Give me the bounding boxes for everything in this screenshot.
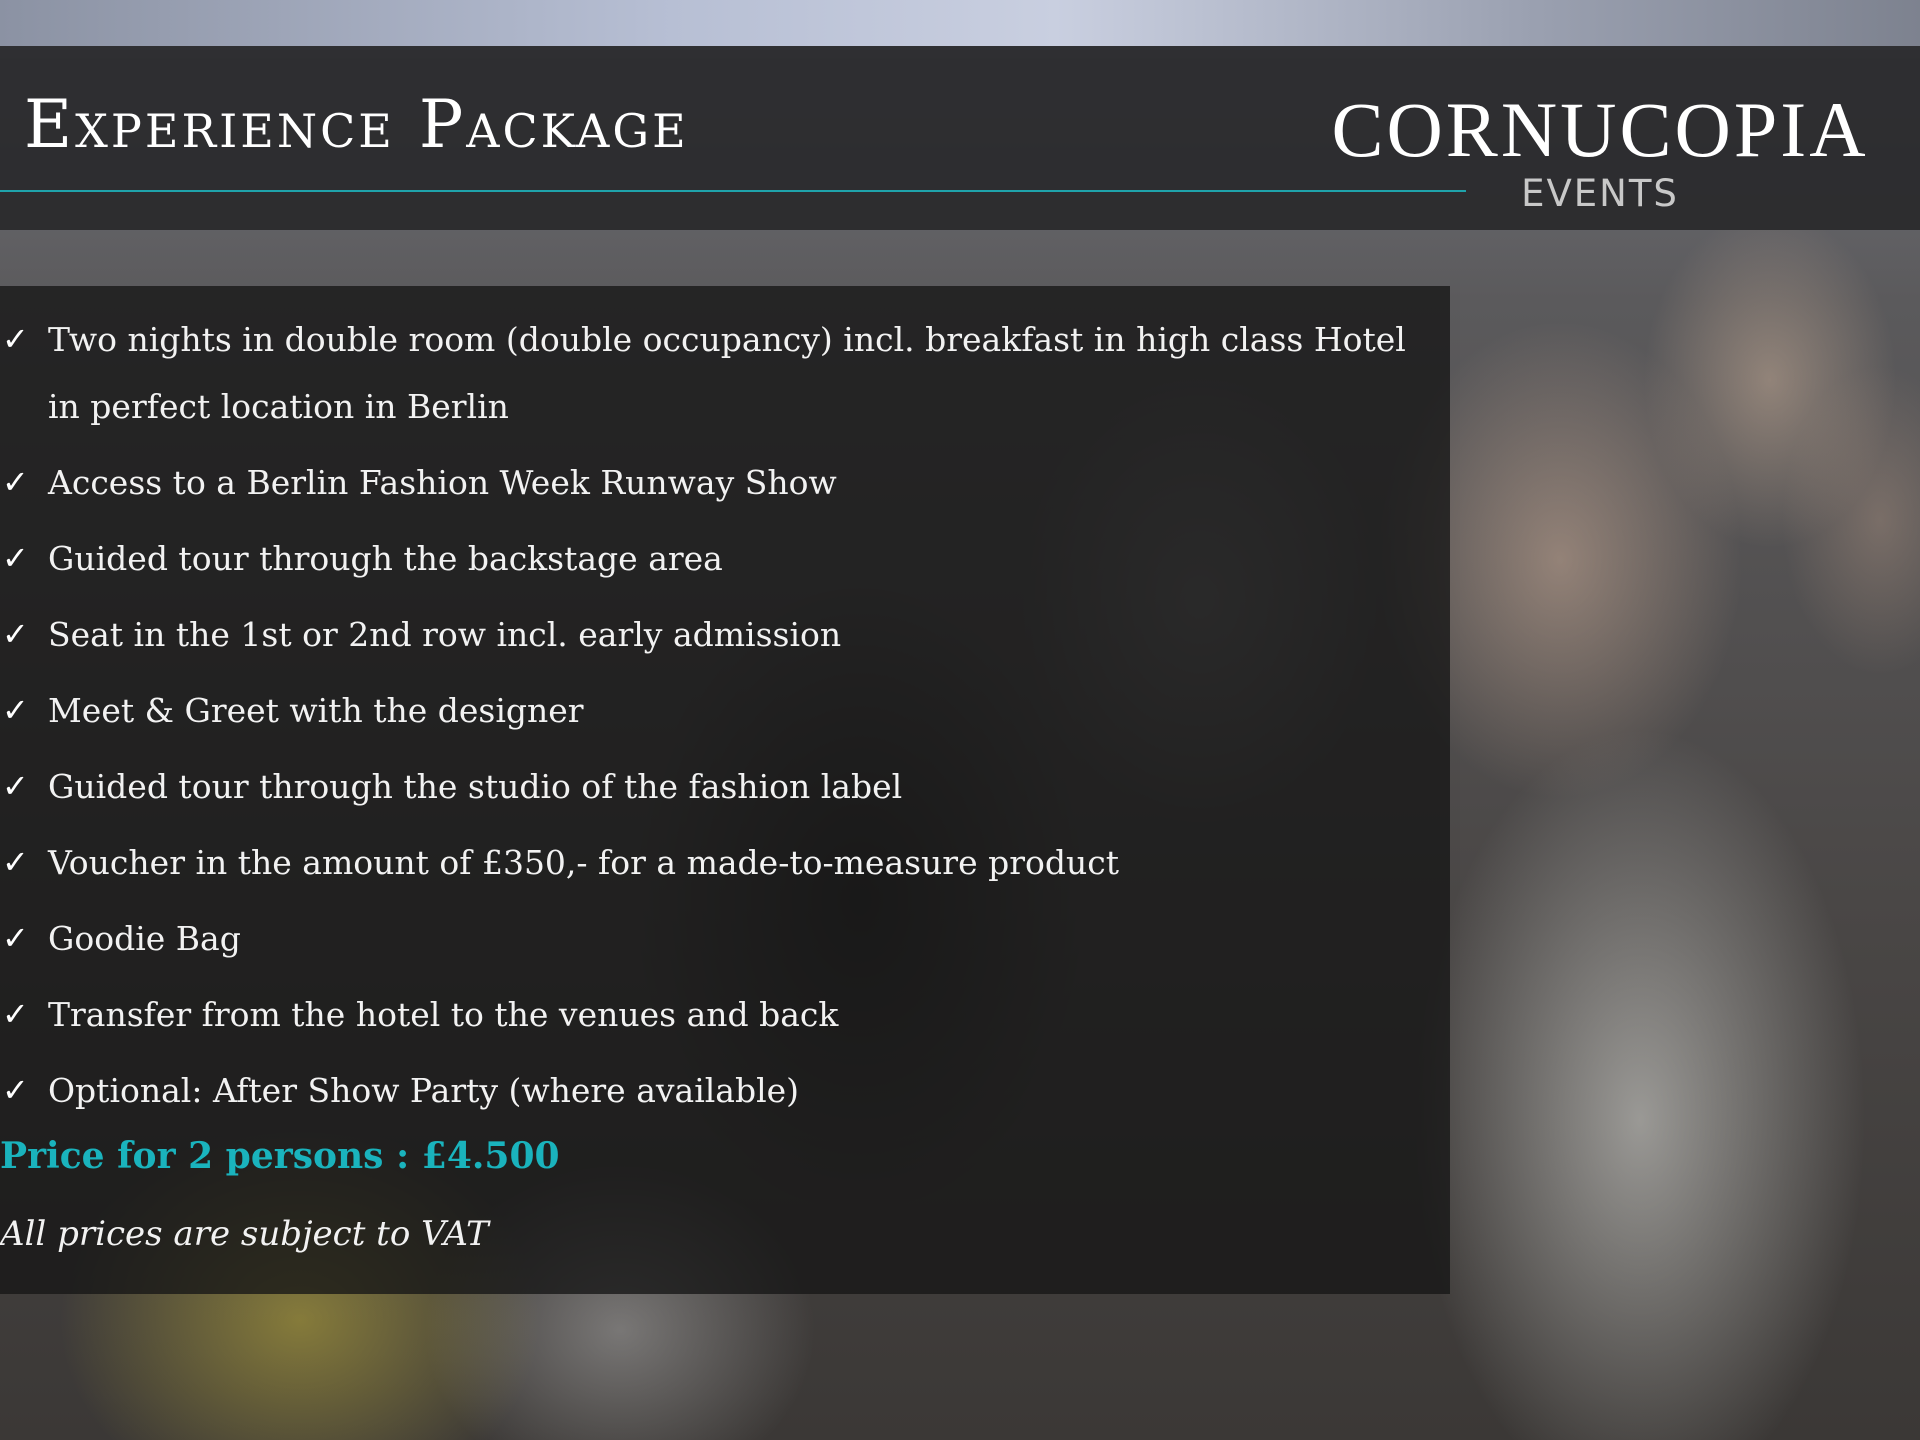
price-label: Price for 2 persons : £4.500 (0, 1135, 560, 1177)
list-item: ✓ Two nights in double room (double occu… (0, 306, 1420, 440)
check-icon: ✓ (2, 843, 29, 881)
list-item: ✓ Access to a Berlin Fashion Week Runway… (0, 449, 1420, 516)
page-title: Experience Package (24, 86, 689, 163)
list-item-text: Transfer from the hotel to the venues an… (48, 995, 839, 1034)
content-panel: ✓ Two nights in double room (double occu… (0, 286, 1450, 1294)
list-item: ✓ Optional: After Show Party (where avai… (0, 1057, 1420, 1124)
list-item: ✓ Guided tour through the backstage area (0, 525, 1420, 592)
brand-logo: CORNUCOPIA EVENTS (1330, 90, 1870, 214)
list-item-text: Voucher in the amount of £350,- for a ma… (48, 843, 1119, 882)
list-item: ✓ Meet & Greet with the designer (0, 677, 1420, 744)
background-photo-strip (0, 0, 1920, 46)
list-item-text: Meet & Greet with the designer (48, 691, 584, 730)
list-item-text: Guided tour through the studio of the fa… (48, 767, 903, 806)
list-item-text: Access to a Berlin Fashion Week Runway S… (48, 463, 837, 502)
check-icon: ✓ (2, 919, 29, 957)
feature-list: ✓ Two nights in double room (double occu… (0, 306, 1420, 1133)
list-item-text: Goodie Bag (48, 919, 241, 958)
slide: Experience Package CORNUCOPIA EVENTS ✓ T… (0, 0, 1920, 1440)
list-item-text: Two nights in double room (double occupa… (48, 320, 1406, 426)
list-item-text: Optional: After Show Party (where availa… (48, 1071, 800, 1110)
list-item: ✓ Goodie Bag (0, 905, 1420, 972)
check-icon: ✓ (2, 995, 29, 1033)
check-icon: ✓ (2, 320, 29, 358)
check-icon: ✓ (2, 539, 29, 577)
vat-note: All prices are subject to VAT (0, 1214, 489, 1254)
check-icon: ✓ (2, 615, 29, 653)
header-divider (0, 190, 1466, 192)
list-item-text: Seat in the 1st or 2nd row incl. early a… (48, 615, 842, 654)
logo-subtitle: EVENTS (1521, 172, 1679, 215)
list-item-text: Guided tour through the backstage area (48, 539, 723, 578)
check-icon: ✓ (2, 1071, 29, 1109)
list-item: ✓ Guided tour through the studio of the … (0, 753, 1420, 820)
logo-name: CORNUCOPIA (1331, 86, 1869, 173)
check-icon: ✓ (2, 767, 29, 805)
list-item: ✓ Seat in the 1st or 2nd row incl. early… (0, 601, 1420, 668)
list-item: ✓ Voucher in the amount of £350,- for a … (0, 829, 1420, 896)
check-icon: ✓ (2, 691, 29, 729)
list-item: ✓ Transfer from the hotel to the venues … (0, 981, 1420, 1048)
check-icon: ✓ (2, 463, 29, 501)
